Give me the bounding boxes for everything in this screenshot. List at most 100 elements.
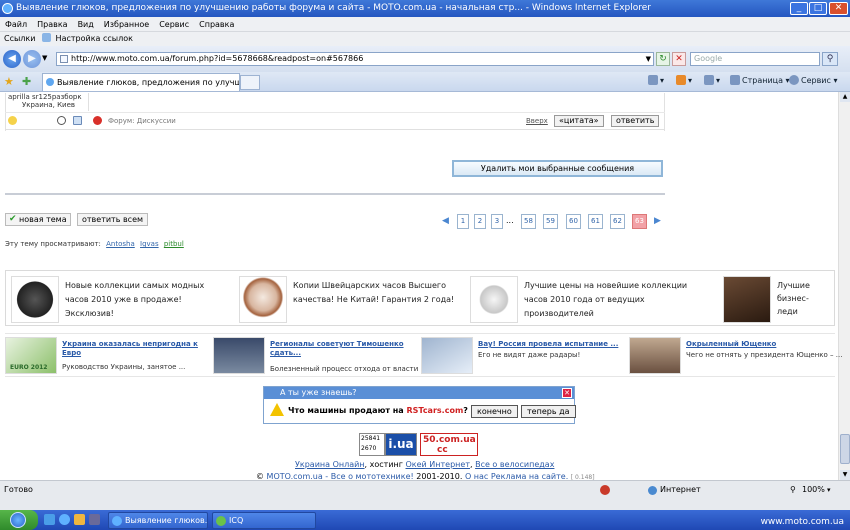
footer-text: , хостинг xyxy=(364,460,406,469)
scroll-down-arrow[interactable]: ▼ xyxy=(840,470,850,480)
menu-help[interactable]: Справка xyxy=(194,17,239,32)
next-page-arrow[interactable]: ▶ xyxy=(654,214,661,229)
footer-link[interactable]: Окей Интернет xyxy=(406,460,470,469)
refresh-icon[interactable]: ↻ xyxy=(656,52,670,66)
taskbar-item-icq[interactable]: ICQ xyxy=(212,512,316,529)
reply-button[interactable]: ответить xyxy=(611,115,660,127)
task-label: Выявление глюков... xyxy=(125,516,208,525)
page-menu-label: Страница xyxy=(742,76,784,85)
search-icon[interactable]: ⚲ xyxy=(822,52,838,66)
page-link[interactable]: 59 xyxy=(543,214,558,229)
viewer-link[interactable]: Antosha xyxy=(106,240,135,248)
footer-link[interactable]: Украина Онлайн xyxy=(295,460,365,469)
checkmark-icon: ✔ xyxy=(9,214,17,224)
vertical-scrollbar[interactable]: ▲ ▼ xyxy=(838,92,850,480)
ad-item[interactable]: Лучшие цены на новейшие коллекции часов … xyxy=(470,276,710,323)
chevron-down-icon[interactable]: ▾ xyxy=(827,484,831,496)
feeds-icon[interactable]: ▾ xyxy=(676,74,692,88)
page-link[interactable]: 2 xyxy=(474,214,486,229)
add-favorites-icon[interactable]: ✚ xyxy=(22,75,31,88)
news-headline[interactable]: Регионалы советуют Тимошенко сдать... xyxy=(270,340,410,358)
viewer-link[interactable]: pitbul xyxy=(164,240,184,248)
menu-tools[interactable]: Сервис xyxy=(154,17,194,32)
links-customize[interactable]: Настройка ссылок xyxy=(56,34,133,43)
menu-favorites[interactable]: Избранное xyxy=(99,17,154,32)
zoom-level[interactable]: 100% xyxy=(802,484,825,496)
taskbar-item-browser[interactable]: Выявление глюков... xyxy=(108,512,208,529)
ie-icon xyxy=(112,516,122,526)
page-menu[interactable]: Страница ▾ xyxy=(730,74,790,88)
close-button[interactable]: ✕ xyxy=(829,2,848,15)
news-headline[interactable]: Украина оказалась непригодна к Евро xyxy=(62,340,202,358)
menu-file[interactable]: Файл xyxy=(0,17,32,32)
report-icon[interactable] xyxy=(93,116,102,125)
close-icon[interactable]: ✕ xyxy=(562,388,572,398)
status-text: Готово xyxy=(4,485,33,494)
page-link[interactable]: 62 xyxy=(610,214,625,229)
info-popup: А ты уже знаешь? ✕ Что машины продают на… xyxy=(263,386,576,424)
ad-item[interactable]: Копии Швейцарских часов Высшего качества… xyxy=(239,276,459,323)
site50-logo[interactable]: 50.com.ua cc xyxy=(420,433,478,456)
delete-selected-button[interactable]: Удалить мои выбранные сообщения xyxy=(452,160,663,177)
menu-edit[interactable]: Правка xyxy=(32,17,72,32)
scroll-up-arrow[interactable]: ▲ xyxy=(840,92,850,102)
tab-current[interactable]: Выявление глюков, предложения по улучшен… xyxy=(42,73,240,91)
page-link[interactable]: 61 xyxy=(588,214,603,229)
news-item[interactable]: EURO 2012 Украина оказалась непригодна к… xyxy=(5,337,205,375)
ad-item[interactable]: Лучшие бизнес-леди xyxy=(723,276,833,323)
page-link[interactable]: 1 xyxy=(457,214,469,229)
media-icon[interactable] xyxy=(89,514,100,525)
news-headline[interactable]: Окрыленный Ющенко xyxy=(686,340,776,349)
page-icon xyxy=(42,33,51,42)
counter-badge[interactable]: 25841 2670 xyxy=(359,433,385,456)
page-link[interactable]: 60 xyxy=(566,214,581,229)
home-icon[interactable]: ▾ xyxy=(648,74,664,88)
new-tab-button[interactable] xyxy=(240,75,260,90)
watch-image xyxy=(470,276,518,323)
news-item[interactable]: Регионалы советуют Тимошенко сдать... Бо… xyxy=(213,337,427,375)
news-headline[interactable]: Вау! Россия провела испытание ... xyxy=(478,340,618,349)
lightbulb-icon[interactable] xyxy=(8,116,17,125)
quote-button[interactable]: «цитата» xyxy=(554,115,604,127)
footer-link[interactable]: Все о велосипедах xyxy=(475,460,554,469)
ie-icon xyxy=(46,78,54,86)
prev-page-arrow[interactable]: ◀ xyxy=(442,214,449,229)
search-input[interactable]: Google xyxy=(690,52,820,66)
news-item[interactable]: Окрыленный Ющенко Чего не отнять у прези… xyxy=(629,337,842,375)
forward-arrow-icon[interactable]: ▶ xyxy=(23,50,41,68)
tools-menu[interactable]: Сервис ▾ xyxy=(789,74,837,88)
ad-item[interactable]: Новые коллекции самых модных часов 2010 … xyxy=(11,276,231,323)
page-link[interactable]: 58 xyxy=(521,214,536,229)
ie-icon[interactable] xyxy=(59,514,70,525)
scroll-thumb[interactable] xyxy=(840,434,850,464)
privacy-icon[interactable] xyxy=(600,485,610,495)
popup-yes-button[interactable]: конечно xyxy=(471,405,518,418)
quicklaunch-icon[interactable] xyxy=(44,514,55,525)
history-dropdown-icon[interactable]: ▼ xyxy=(42,54,47,62)
new-topic-button[interactable]: ✔ новая тема xyxy=(5,213,71,226)
chevron-down-icon[interactable]: ▼ xyxy=(646,53,651,65)
folder-icon[interactable] xyxy=(74,514,85,525)
minimize-button[interactable]: _ xyxy=(790,2,808,15)
address-input[interactable]: http://www.moto.com.ua/forum.php?id=5678… xyxy=(56,52,654,66)
menu-view[interactable]: Вид xyxy=(73,17,99,32)
email-icon[interactable] xyxy=(73,116,82,125)
zoom-icon[interactable]: ⚲ xyxy=(790,484,796,496)
favorites-star-icon[interactable]: ★ xyxy=(4,75,14,88)
scroll-top-link[interactable]: Вверх xyxy=(526,117,548,125)
iua-logo[interactable]: i.ua xyxy=(385,433,417,456)
viewer-link[interactable]: Igvas xyxy=(140,240,159,248)
news-desc: Чего не отнять у президента Ющенко – ... xyxy=(686,351,843,359)
post-username: aprilla sr125разборк xyxy=(8,93,82,101)
stop-icon[interactable]: ✕ xyxy=(672,52,686,66)
start-button[interactable] xyxy=(0,510,38,530)
globe-icon[interactable] xyxy=(57,116,66,125)
reply-all-button[interactable]: ответить всем xyxy=(77,213,149,226)
links-bar: Ссылки Настройка ссылок xyxy=(0,32,850,46)
popup-now-yes-button[interactable]: теперь да xyxy=(521,405,576,418)
page-link[interactable]: 3 xyxy=(491,214,503,229)
maximize-button[interactable]: □ xyxy=(809,2,827,15)
news-item[interactable]: Вау! Россия провела испытание ... Его не… xyxy=(421,337,626,375)
print-icon[interactable]: ▾ xyxy=(704,74,720,88)
back-arrow-icon[interactable]: ◀ xyxy=(3,50,21,68)
